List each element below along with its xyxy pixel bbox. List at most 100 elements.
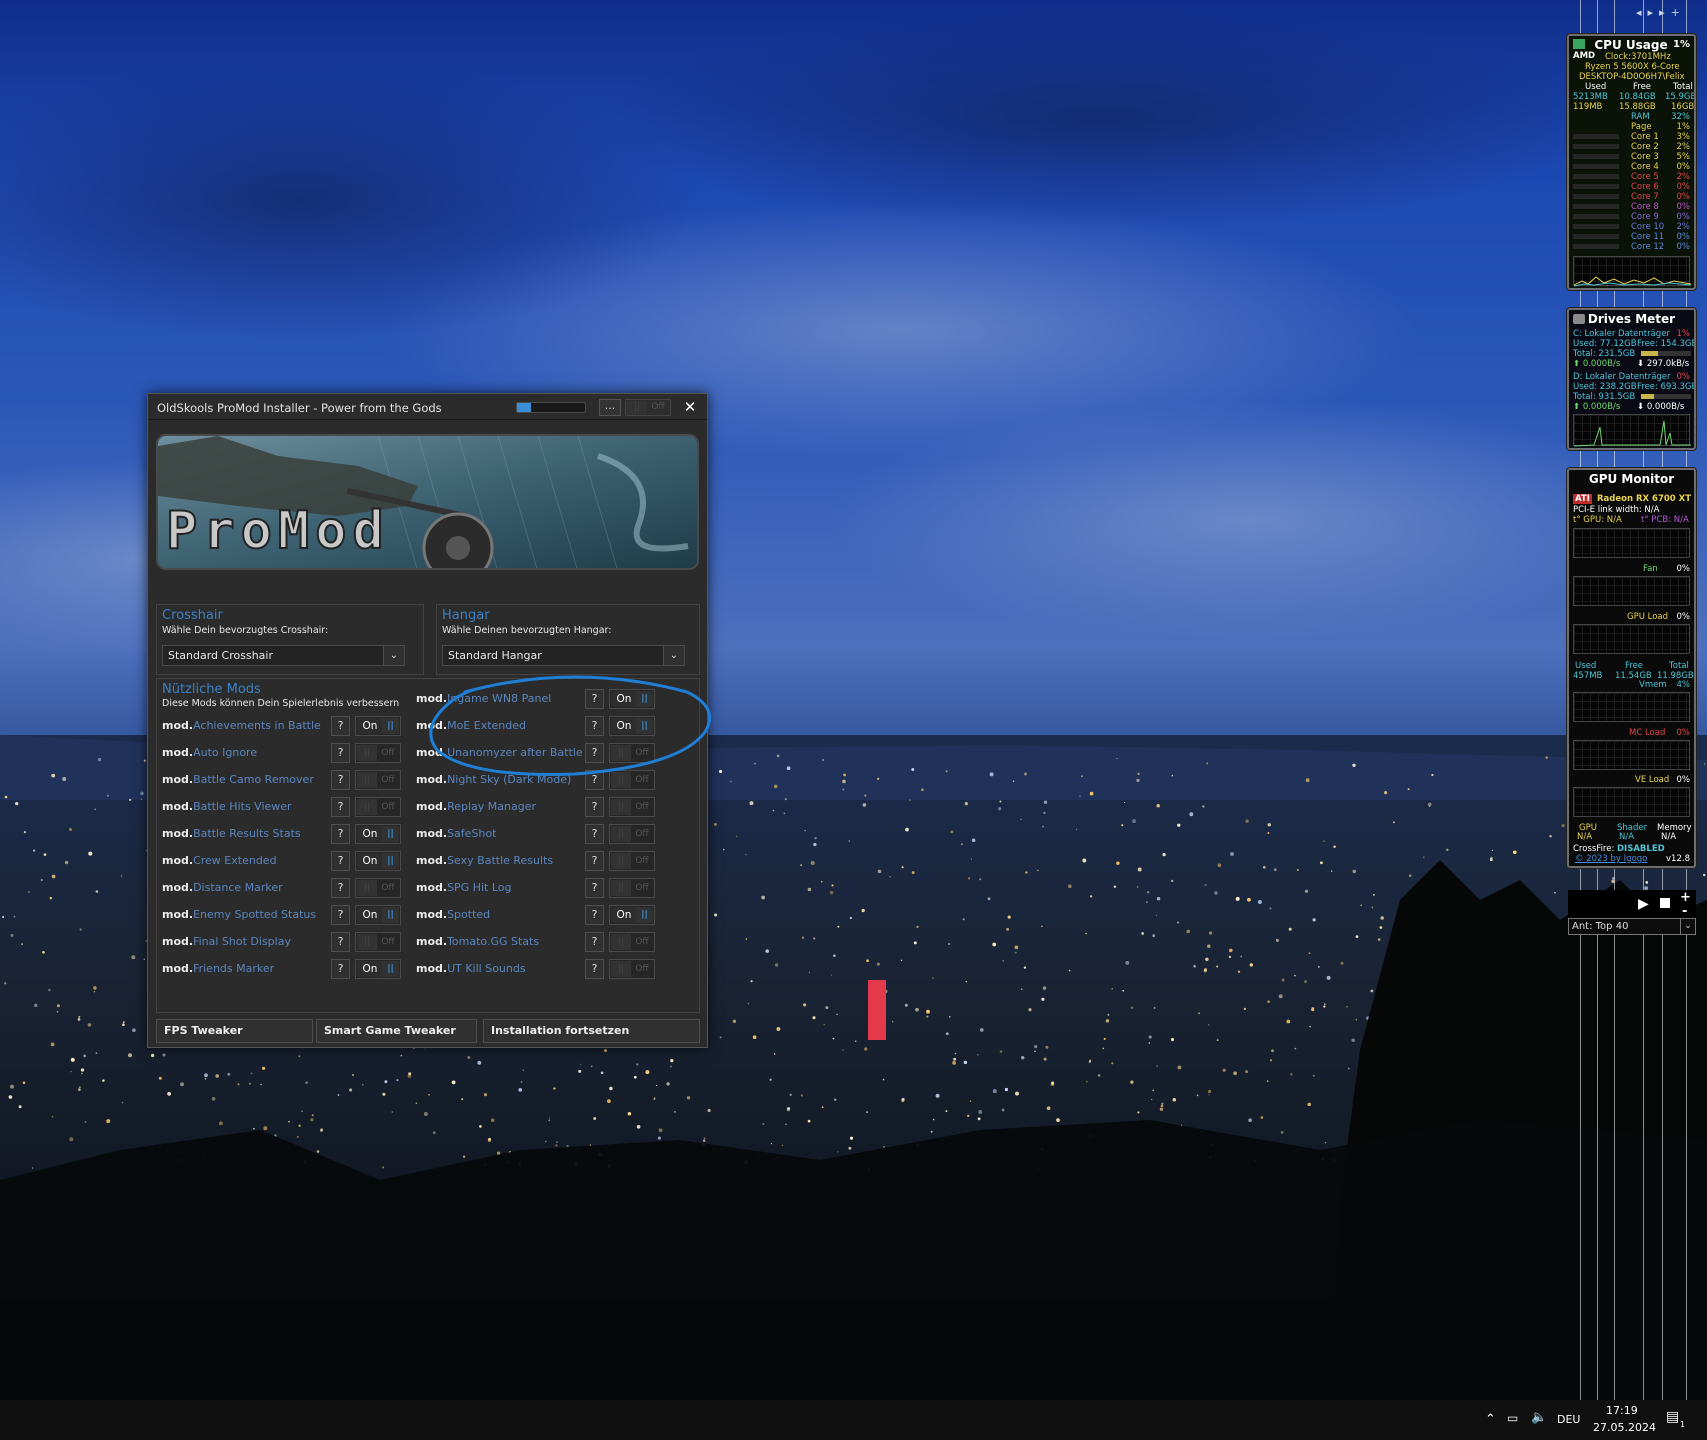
help-button[interactable]: ? <box>331 959 350 979</box>
vmem-pct: 4% <box>1676 680 1691 690</box>
help-button[interactable]: ? <box>331 932 350 952</box>
sidebar-arrows[interactable]: ◂▸▸+ <box>1636 6 1706 22</box>
page-free: 15.88GB <box>1619 102 1656 112</box>
mod-row: mod.Achievements in Battle? On || <box>162 716 432 736</box>
ve-label: VE Load <box>1635 775 1670 785</box>
mod-toggle[interactable]: || Off <box>609 824 655 844</box>
crossfire-label: CrossFire: <box>1573 844 1615 854</box>
mod-toggle[interactable]: On || <box>355 851 401 871</box>
language-indicator[interactable]: DEU <box>1557 1413 1580 1426</box>
mod-toggle[interactable]: On || <box>355 905 401 925</box>
mod-prefix: mod. <box>162 854 194 867</box>
toggle-state: On <box>357 907 383 923</box>
hangar-select[interactable]: Standard Hangar ⌄ <box>442 645 685 666</box>
help-button[interactable]: ? <box>331 878 350 898</box>
mod-toggle[interactable]: || Off <box>355 932 401 952</box>
mod-toggle[interactable]: On || <box>355 824 401 844</box>
music-toggle[interactable]: || Off <box>625 399 671 416</box>
mc-pct: 0% <box>1676 728 1691 738</box>
help-button[interactable]: ? <box>585 797 604 817</box>
window-title: OldSkools ProMod Installer - Power from … <box>157 401 442 415</box>
mod-toggle[interactable]: || Off <box>609 797 655 817</box>
d-used: Used: 238.2GB <box>1573 382 1637 392</box>
toggle-knob: || <box>357 772 377 788</box>
help-button[interactable]: ? <box>585 959 604 979</box>
notification-icon[interactable]: ▤ <box>1666 1409 1679 1425</box>
mod-prefix: mod. <box>162 746 194 759</box>
smart-game-tweaker-button[interactable]: Smart Game Tweaker <box>316 1019 477 1043</box>
mod-toggle[interactable]: || Off <box>355 878 401 898</box>
station-select[interactable]: Ant: Top 40 ⌄ <box>1568 918 1696 935</box>
cpu-name: Ryzen 5 5600X 6-Core <box>1585 62 1680 72</box>
play-icon[interactable]: ▶ <box>1638 896 1649 912</box>
title-bar[interactable]: OldSkools ProMod Installer - Power from … <box>148 394 707 420</box>
hangar-subtitle: Wähle Deinen bevorzugten Hangar: <box>442 625 612 636</box>
cpu-host: DESKTOP-4D0O6H7\Felix <box>1579 72 1685 82</box>
toggle-knob: || <box>382 718 399 734</box>
chevron-up-icon[interactable]: ⌃ <box>1485 1412 1496 1427</box>
drives-title: Drives Meter <box>1587 312 1676 326</box>
help-button[interactable]: ? <box>331 743 350 763</box>
mod-prefix: mod. <box>416 881 448 894</box>
help-button[interactable]: ? <box>331 851 350 871</box>
cpu-usage-gadget[interactable]: CPU Usage 1% AMD Clock:3701MHz Ryzen 5 5… <box>1567 34 1696 290</box>
fan-graph <box>1573 528 1690 558</box>
chevron-down-icon[interactable]: ⌄ <box>663 646 684 665</box>
core-pct: 0% <box>1676 242 1691 252</box>
volume-minus-icon[interactable]: - <box>1682 904 1687 919</box>
drives-meter-gadget[interactable]: Drives Meter C: Lokaler Datenträger 1% U… <box>1567 308 1696 450</box>
mod-toggle[interactable]: || Off <box>609 851 655 871</box>
taskbar: ⌃ ▭ 🔈 DEU 17:19 27.05.2024 ▤ 1 <box>0 1400 1707 1440</box>
help-button[interactable]: ? <box>331 797 350 817</box>
mod-prefix: mod. <box>162 827 194 840</box>
volume-slider[interactable] <box>516 402 586 413</box>
mod-label: SPG Hit Log <box>447 881 512 894</box>
toggle-state: On <box>357 718 383 734</box>
mod-name: mod.Sexy Battle Results <box>416 854 553 867</box>
gpu-monitor-gadget[interactable]: GPU Monitor ATI Radeon RX 6700 XT PCI-E … <box>1567 468 1696 868</box>
ram-pct: 32% <box>1671 112 1690 122</box>
mod-toggle[interactable]: || Off <box>609 932 655 952</box>
stop-icon[interactable] <box>1660 898 1670 908</box>
help-button[interactable]: ? <box>585 851 604 871</box>
mod-row: mod.Distance Marker? || Off <box>162 878 432 898</box>
mod-toggle[interactable]: || Off <box>609 959 655 979</box>
mod-toggle[interactable]: || Off <box>355 797 401 817</box>
close-button[interactable]: ✕ <box>680 397 700 417</box>
help-button[interactable]: ? <box>585 824 604 844</box>
help-button[interactable]: ? <box>331 716 350 736</box>
d-free: Free: 693.3GB <box>1637 382 1696 392</box>
help-button[interactable]: ? <box>585 905 604 925</box>
network-icon[interactable]: ▭ <box>1507 1411 1518 1425</box>
help-button[interactable]: ? <box>585 932 604 952</box>
mod-toggle[interactable]: On || <box>609 905 655 925</box>
options-button[interactable]: ... <box>599 399 621 416</box>
crosshair-select[interactable]: Standard Crosshair ⌄ <box>162 645 405 666</box>
help-button[interactable]: ? <box>331 770 350 790</box>
chevron-down-icon[interactable]: ⌄ <box>383 646 404 665</box>
mod-row: mod.Sexy Battle Results? || Off <box>416 851 686 871</box>
c-fill-bar <box>1641 351 1691 356</box>
help-button[interactable]: ? <box>331 905 350 925</box>
cpu-percent: 1% <box>1673 39 1690 50</box>
credit-link[interactable]: © 2023 by Igogo <box>1575 854 1647 864</box>
core-bar <box>1573 194 1619 199</box>
help-button[interactable]: ? <box>585 878 604 898</box>
mod-name: mod.Battle Hits Viewer <box>162 800 292 813</box>
mod-toggle[interactable]: || Off <box>355 770 401 790</box>
clock-date[interactable]: 27.05.2024 <box>1593 1421 1656 1434</box>
mod-toggle[interactable]: || Off <box>355 743 401 763</box>
speaker-icon[interactable]: 🔈 <box>1531 1410 1547 1425</box>
help-button[interactable]: ? <box>331 824 350 844</box>
chevron-down-icon[interactable]: ⌄ <box>1680 919 1695 934</box>
mod-toggle[interactable]: On || <box>355 716 401 736</box>
clk-gpu-val: N/A <box>1577 832 1593 842</box>
fps-tweaker-button[interactable]: FPS Tweaker <box>156 1019 313 1043</box>
mod-toggle[interactable]: On || <box>355 959 401 979</box>
mod-toggle[interactable]: || Off <box>609 878 655 898</box>
c-write: ⬇ 297.0kB/s <box>1637 359 1690 369</box>
volume-plus-icon[interactable]: + <box>1680 890 1691 905</box>
gpu-version: v12.8 <box>1666 854 1690 864</box>
install-continue-button[interactable]: Installation fortsetzen <box>483 1019 700 1043</box>
clock-time[interactable]: 17:19 <box>1606 1404 1638 1417</box>
